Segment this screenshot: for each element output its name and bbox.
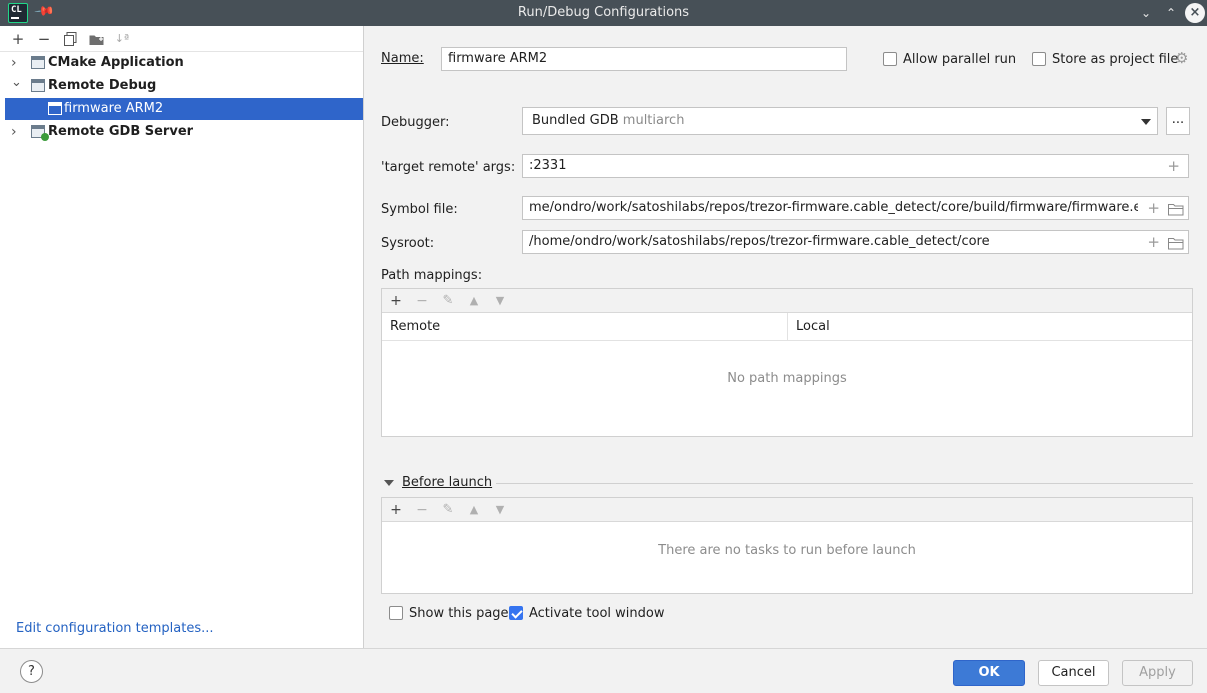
before-launch-text: Before launch (402, 475, 493, 490)
column-remote[interactable]: Remote (382, 313, 787, 341)
move-up-button[interactable]: ▲ (465, 291, 483, 311)
apply-button[interactable]: Apply (1122, 660, 1193, 686)
debugger-select[interactable]: Bundled GDB multiarch (522, 107, 1158, 135)
collapse-arrow-icon[interactable]: ⌄ (11, 72, 22, 94)
move-to-folder-button[interactable] (86, 29, 106, 49)
configuration-form: Name: firmware ARM2 Allow parallel run S… (365, 26, 1207, 648)
tree-item-label: Remote Debug (48, 78, 157, 93)
move-down-button[interactable]: ▼ (491, 500, 509, 520)
add-mapping-button[interactable]: + (387, 291, 405, 311)
cancel-button[interactable]: Cancel (1038, 660, 1109, 686)
tree-item-cmake-application[interactable]: › CMake Application (5, 52, 363, 74)
activate-tool-window-label: Activate tool window (529, 606, 665, 621)
target-remote-field[interactable]: :2331 + (522, 154, 1189, 178)
remove-mapping-button[interactable]: − (413, 291, 431, 311)
window-title: Run/Debug Configurations (517, 5, 690, 20)
edit-configuration-templates-link[interactable]: Edit configuration templates... (16, 621, 214, 636)
remove-task-button[interactable]: − (413, 500, 431, 520)
move-up-button[interactable]: ▲ (465, 500, 483, 520)
name-field-value: firmware ARM2 (448, 51, 548, 66)
maximize-button[interactable]: ⌃ (1161, 3, 1181, 23)
remote-gdb-server-icon (31, 125, 49, 141)
activate-tool-window-checkbox[interactable] (509, 606, 523, 620)
tree-item-label: Remote GDB Server (48, 124, 194, 139)
symbol-file-value: me/ondro/work/satoshilabs/repos/trezor-f… (529, 200, 1138, 215)
cmake-app-icon (31, 56, 45, 69)
name-field[interactable]: firmware ARM2 (441, 47, 847, 71)
edit-mapping-button[interactable]: ✎ (439, 291, 457, 311)
move-down-button[interactable]: ▼ (491, 291, 509, 311)
name-label: Name: (381, 51, 424, 66)
before-launch-toolbar: + − ✎ ▲ ▼ (382, 498, 1192, 522)
tree-item-label: firmware ARM2 (64, 101, 164, 116)
allow-parallel-run-label: Allow parallel run (903, 52, 1017, 67)
expand-arrow-icon[interactable]: › (11, 121, 17, 143)
store-as-project-file-checkbox[interactable] (1032, 52, 1046, 66)
target-remote-label: 'target remote' args: (381, 160, 516, 175)
divider (496, 483, 1193, 484)
sysroot-field[interactable]: /home/ondro/work/satoshilabs/repos/trezo… (522, 230, 1189, 254)
path-mappings-table: + − ✎ ▲ ▼ Remote Local No path mappings (381, 288, 1193, 437)
path-mappings-toolbar: + − ✎ ▲ ▼ (382, 289, 1192, 313)
allow-parallel-run-checkbox[interactable] (883, 52, 897, 66)
show-this-page-label: Show this page (409, 606, 509, 621)
target-remote-value: :2331 (529, 158, 567, 173)
remove-configuration-button[interactable]: − (34, 29, 54, 49)
gear-icon[interactable]: ⚙ (1175, 49, 1188, 67)
before-launch-empty-text: There are no tasks to run before launch (658, 543, 916, 558)
add-configuration-button[interactable]: + (8, 29, 28, 49)
copy-icon (63, 32, 76, 46)
title-bar: CL 📌 Run/Debug Configurations ⌄ ⌃ × (0, 0, 1207, 26)
store-as-project-file-label: Store as project file (1052, 52, 1179, 67)
expand-field-icon[interactable]: + (1147, 231, 1160, 253)
show-this-page-checkbox[interactable] (389, 606, 403, 620)
collapse-before-launch-icon[interactable] (384, 480, 394, 486)
help-button[interactable]: ? (20, 660, 43, 683)
path-mappings-label: Path mappings: (381, 268, 483, 283)
debugger-label: Debugger: (381, 115, 450, 130)
symbol-file-label: Symbol file: (381, 202, 458, 217)
tree-item-label: CMake Application (48, 55, 184, 70)
chevron-down-icon (1141, 119, 1151, 125)
before-launch-label[interactable]: Before launch (402, 475, 492, 490)
sysroot-label: Sysroot: (381, 236, 435, 251)
browse-folder-icon[interactable] (1168, 200, 1184, 219)
edit-task-button[interactable]: ✎ (439, 500, 457, 520)
column-local[interactable]: Local (787, 313, 1192, 341)
tree-item-remote-debug[interactable]: ⌄ Remote Debug (5, 75, 363, 97)
debugger-value: Bundled GDB (532, 113, 619, 128)
sidebar-toolbar: + − ↓ª (0, 26, 363, 52)
tree-item-remote-gdb-server[interactable]: › Remote GDB Server (5, 121, 363, 143)
copy-configuration-button[interactable] (60, 29, 80, 49)
symbol-file-field[interactable]: me/ondro/work/satoshilabs/repos/trezor-f… (522, 196, 1189, 220)
before-launch-tasks: + − ✎ ▲ ▼ There are no tasks to run befo… (381, 497, 1193, 594)
remote-debug-config-icon (48, 102, 62, 115)
tree-item-firmware-arm2[interactable]: firmware ARM2 (5, 98, 363, 120)
ok-button[interactable]: OK (953, 660, 1025, 686)
dialog-button-bar: ? OK Cancel Apply (0, 648, 1207, 693)
close-button[interactable]: × (1185, 3, 1205, 23)
path-mappings-header: Remote Local (382, 313, 1192, 341)
folder-icon (89, 35, 103, 45)
sort-configurations-button[interactable]: ↓ª (112, 29, 132, 49)
expand-field-icon[interactable]: + (1167, 155, 1180, 177)
debugger-value-suffix: multiarch (622, 113, 685, 128)
add-task-button[interactable]: + (387, 500, 405, 520)
expand-arrow-icon[interactable]: › (11, 52, 17, 74)
expand-field-icon[interactable]: + (1147, 197, 1160, 219)
configurations-sidebar: + − ↓ª › CMake Application ⌄ Remote Debu… (0, 26, 364, 648)
minimize-button[interactable]: ⌄ (1136, 3, 1156, 23)
browse-folder-icon[interactable] (1168, 234, 1184, 253)
remote-debug-icon (31, 79, 45, 92)
debugger-settings-button[interactable]: ... (1166, 107, 1190, 135)
path-mappings-empty-text: No path mappings (727, 371, 847, 386)
sysroot-value: /home/ondro/work/satoshilabs/repos/trezo… (529, 234, 990, 249)
